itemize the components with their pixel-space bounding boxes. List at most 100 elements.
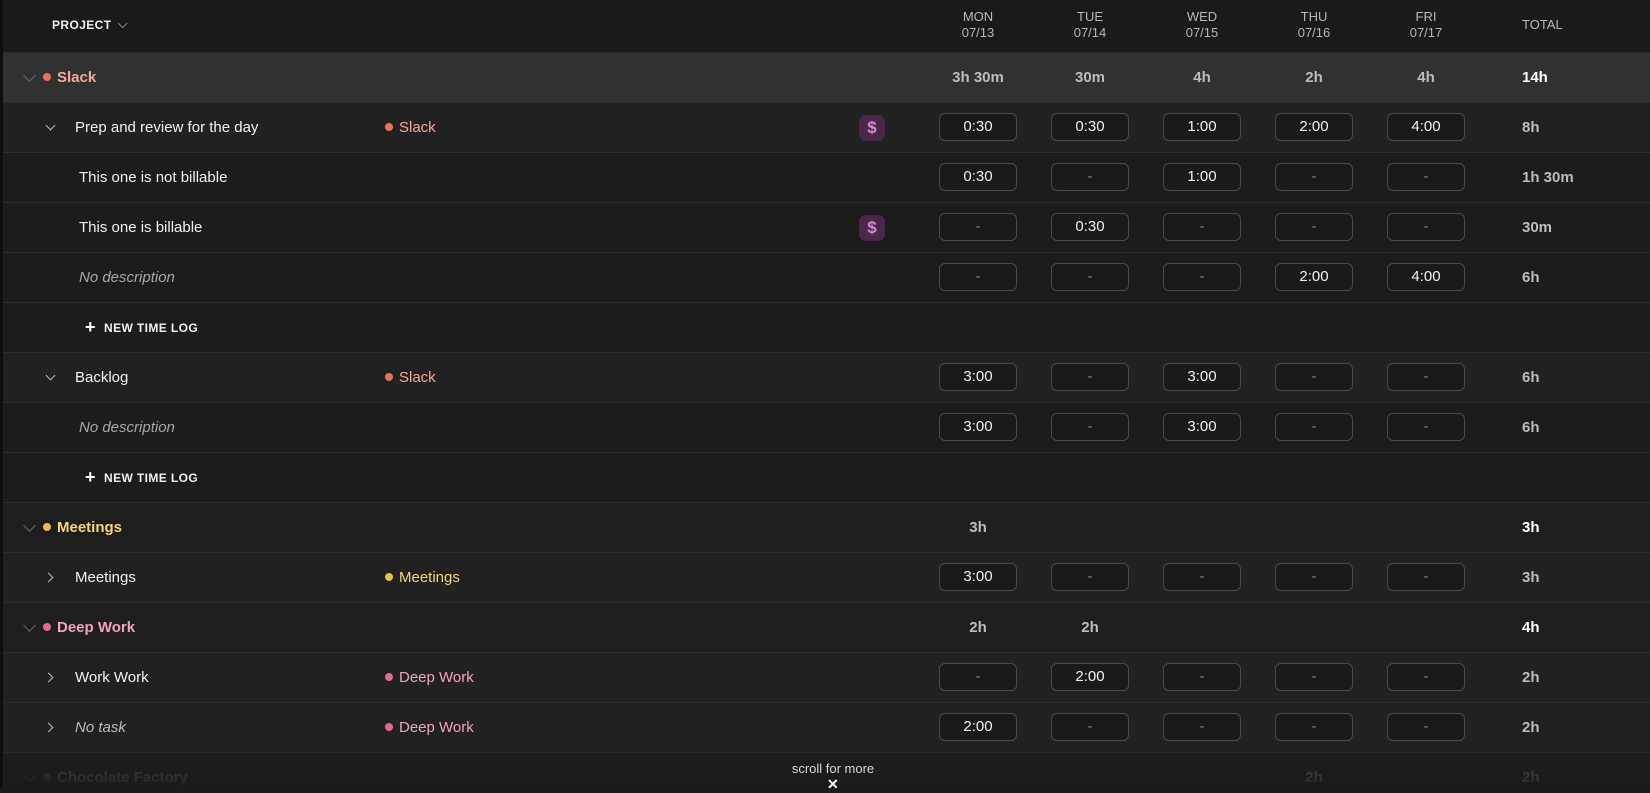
time-cell[interactable]: 1:00 [1163, 113, 1241, 141]
time-cell[interactable]: - [939, 263, 1017, 291]
task-row[interactable]: No task Deep Work 2:00 - - - - 2h [3, 703, 1650, 753]
time-cell[interactable]: - [1051, 413, 1129, 441]
time-cell[interactable]: - [1051, 263, 1129, 291]
time-cell[interactable]: 4:00 [1387, 263, 1465, 291]
chevron-down-icon [118, 18, 129, 29]
task-project[interactable]: Slack [385, 369, 436, 386]
new-time-log-row: + NEW TIME LOG [3, 453, 1650, 503]
task-name: No task [75, 719, 126, 736]
task-row[interactable]: Prep and review for the day Slack $ 0:30… [3, 103, 1650, 153]
time-cell[interactable]: - [1387, 563, 1465, 591]
time-cell[interactable]: 2:00 [939, 713, 1017, 741]
group-day-total: 3h [969, 519, 987, 536]
chevron-down-icon[interactable] [23, 769, 36, 782]
time-cell[interactable]: - [939, 663, 1017, 691]
row-total: 6h [1522, 369, 1540, 386]
time-cell[interactable]: - [1275, 563, 1353, 591]
time-cell[interactable]: - [1275, 413, 1353, 441]
time-cell[interactable]: - [1163, 713, 1241, 741]
time-cell[interactable]: 2:00 [1275, 263, 1353, 291]
day-header-thu: THU 07/16 [1297, 9, 1331, 40]
project-color-dot [385, 723, 393, 731]
time-cell[interactable]: 3:00 [1163, 363, 1241, 391]
chevron-down-icon[interactable] [45, 120, 56, 131]
time-cell[interactable]: 0:30 [939, 113, 1017, 141]
time-cell[interactable]: 3:00 [939, 363, 1017, 391]
new-time-log-row: + NEW TIME LOG [3, 303, 1650, 353]
billable-dollar-icon[interactable]: $ [859, 115, 885, 141]
entry-description[interactable]: No description [79, 269, 175, 286]
time-cell[interactable]: - [1051, 563, 1129, 591]
group-total: 4h [1522, 619, 1540, 636]
entry-description[interactable]: This one is billable [79, 219, 202, 236]
time-cell[interactable]: - [1387, 213, 1465, 241]
chevron-right-icon[interactable] [43, 572, 54, 583]
time-cell[interactable]: - [1275, 713, 1353, 741]
task-name: Meetings [75, 569, 136, 586]
time-cell[interactable]: - [1051, 163, 1129, 191]
project-group-slack[interactable]: Slack 3h 30m 30m 4h 2h 4h 14h [3, 53, 1650, 103]
time-cell[interactable]: 4:00 [1387, 113, 1465, 141]
project-column-header[interactable]: PROJECT [52, 18, 129, 32]
chevron-down-icon[interactable] [23, 619, 36, 632]
chevron-right-icon[interactable] [43, 722, 54, 733]
time-cell[interactable]: - [1387, 663, 1465, 691]
plus-icon[interactable]: + [85, 318, 96, 336]
task-row[interactable]: Work Work Deep Work - 2:00 - - - 2h [3, 653, 1650, 703]
row-total: 6h [1522, 419, 1540, 436]
chevron-down-icon[interactable] [23, 69, 36, 82]
time-cell[interactable]: 3:00 [1163, 413, 1241, 441]
time-cell[interactable]: - [1387, 163, 1465, 191]
time-cell[interactable]: - [1163, 663, 1241, 691]
task-row[interactable]: Backlog Slack 3:00 - 3:00 - - 6h [3, 353, 1650, 403]
time-cell[interactable]: - [1275, 363, 1353, 391]
time-entry-row: This one is not billable 0:30 - 1:00 - -… [3, 153, 1650, 203]
time-cell[interactable]: 0:30 [1051, 113, 1129, 141]
scroll-hint: scroll for more [791, 761, 875, 776]
time-cell[interactable]: 2:00 [1275, 113, 1353, 141]
entry-description[interactable]: No description [79, 419, 175, 436]
time-cell[interactable]: - [1387, 713, 1465, 741]
day-header-tue: TUE 07/14 [1073, 9, 1107, 40]
time-cell[interactable]: - [1163, 263, 1241, 291]
time-cell[interactable]: - [1387, 363, 1465, 391]
time-cell[interactable]: - [1051, 363, 1129, 391]
plus-icon[interactable]: + [85, 468, 96, 486]
group-name: Slack [43, 69, 96, 86]
time-cell[interactable]: - [1275, 163, 1353, 191]
project-group-meetings[interactable]: Meetings 3h 3h [3, 503, 1650, 553]
task-row[interactable]: Meetings Meetings 3:00 - - - - 3h [3, 553, 1650, 603]
time-entry-row: No description 3:00 - 3:00 - - 6h [3, 403, 1650, 453]
time-cell[interactable]: 0:30 [939, 163, 1017, 191]
task-project[interactable]: Deep Work [385, 669, 474, 686]
group-name: Deep Work [43, 619, 135, 636]
chevron-down-icon[interactable] [23, 519, 36, 532]
time-cell[interactable]: - [1275, 663, 1353, 691]
new-time-log-button[interactable]: NEW TIME LOG [104, 321, 198, 335]
task-project[interactable]: Meetings [385, 569, 460, 586]
time-cell[interactable]: - [939, 213, 1017, 241]
task-project[interactable]: Slack [385, 119, 436, 136]
group-day-total: 30m [1074, 69, 1106, 86]
project-group-deep-work[interactable]: Deep Work 2h 2h 4h [3, 603, 1650, 653]
time-cell[interactable]: 0:30 [1051, 213, 1129, 241]
time-cell[interactable]: 2:00 [1051, 663, 1129, 691]
chevron-right-icon[interactable] [43, 672, 54, 683]
time-cell[interactable]: - [1163, 213, 1241, 241]
task-project[interactable]: Deep Work [385, 719, 474, 736]
chevron-down-icon[interactable] [45, 370, 56, 381]
time-cell[interactable]: 1:00 [1163, 163, 1241, 191]
time-cell[interactable]: - [1275, 213, 1353, 241]
group-total: 14h [1522, 69, 1548, 86]
time-cell[interactable]: - [1051, 713, 1129, 741]
close-x-icon[interactable]: ✕ [827, 776, 839, 793]
billable-dollar-icon[interactable]: $ [859, 215, 885, 241]
task-name: Backlog [75, 369, 129, 386]
time-cell[interactable]: - [1163, 563, 1241, 591]
entry-description[interactable]: This one is not billable [79, 169, 227, 186]
row-total: 3h [1522, 569, 1540, 586]
time-cell[interactable]: - [1387, 413, 1465, 441]
time-cell[interactable]: 3:00 [939, 563, 1017, 591]
time-cell[interactable]: 3:00 [939, 413, 1017, 441]
new-time-log-button[interactable]: NEW TIME LOG [104, 471, 198, 485]
